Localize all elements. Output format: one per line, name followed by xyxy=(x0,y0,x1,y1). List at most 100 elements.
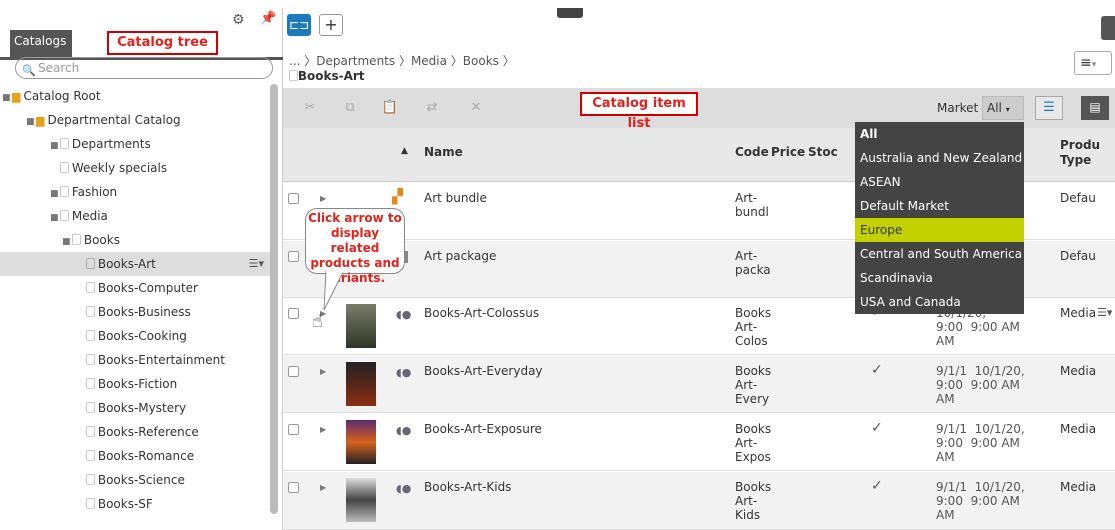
tree-item-departments[interactable]: ■🗌 Departments xyxy=(0,132,270,156)
tree-item-books-computer[interactable]: 🗌 Books-Computer xyxy=(0,276,270,300)
tree-item-books-romance[interactable]: 🗌 Books-Romance xyxy=(0,444,270,468)
market-option-australia-new-zealand[interactable]: Australia and New Zealand xyxy=(855,146,1024,170)
table-row[interactable]: ▶ ◖● Books-Art-Kids Books Art- Kids ✓ 9/… xyxy=(283,472,1115,530)
market-option-asean[interactable]: ASEAN xyxy=(855,170,1024,194)
row-checkbox[interactable] xyxy=(288,251,299,262)
tree-item-books-business[interactable]: 🗌 Books-Business xyxy=(0,300,270,324)
tree-item-books-reference[interactable]: 🗌 Books-Reference xyxy=(0,420,270,444)
tree-item-books-mystery[interactable]: 🗌 Books-Mystery xyxy=(0,396,270,420)
tree-item-fashion[interactable]: ■🗌 Fashion xyxy=(0,180,270,204)
collapse-icon[interactable]: ■ xyxy=(26,110,36,134)
tree-item-label: Books-Business xyxy=(97,305,191,319)
sort-asc-icon[interactable]: ▲ xyxy=(401,146,408,156)
tree-item-media[interactable]: ■🗌 Media xyxy=(0,204,270,228)
page-title-text: Books-Art xyxy=(297,69,365,83)
row-dates: 9/1/1 10/1/20, 9:00 9:00 AM AM xyxy=(936,480,1025,522)
row-name[interactable]: Art bundle xyxy=(424,191,487,205)
list-view-button[interactable]: ☰ xyxy=(1035,96,1063,120)
row-name[interactable]: Books-Art-Everyday xyxy=(424,364,543,378)
toggle-tree-button[interactable]: ⊏⊐ xyxy=(287,14,311,36)
row-name[interactable]: Books-Art-Exposure xyxy=(424,422,542,436)
cut-icon[interactable]: ✂ xyxy=(295,96,325,120)
column-stock[interactable]: Stoc xyxy=(808,145,838,159)
product-tag-icon: ◖● xyxy=(396,424,412,437)
market-option-all[interactable]: All xyxy=(855,122,1024,146)
table-row[interactable]: ▶ ◖● Books-Art-Everyday Books Art- Every… xyxy=(283,356,1115,413)
product-thumbnail xyxy=(346,362,376,406)
product-thumbnail xyxy=(346,478,376,522)
expand-arrow-icon[interactable]: ▶ xyxy=(320,367,326,376)
tree-item-label: Departments xyxy=(71,137,151,151)
collapse-icon[interactable]: ■ xyxy=(2,86,12,110)
right-panel-toggle[interactable] xyxy=(1101,16,1115,40)
market-option-default-market[interactable]: Default Market xyxy=(855,194,1024,218)
row-code: Art- bundl xyxy=(735,191,769,219)
paste-icon[interactable]: 📋 xyxy=(375,96,405,120)
node-icon: 🗌 xyxy=(86,258,95,271)
details-view-button[interactable]: ▤ xyxy=(1081,96,1109,120)
tree-item-books-fiction[interactable]: 🗌 Books-Fiction xyxy=(0,372,270,396)
row-name[interactable]: Books-Art-Colossus xyxy=(424,306,539,320)
column-product-type[interactable]: Produ Type xyxy=(1060,138,1100,168)
tree-item-books[interactable]: ■🗌 Books xyxy=(0,228,270,252)
market-option-scandinavia[interactable]: Scandinavia xyxy=(855,266,1024,290)
column-price[interactable]: Price xyxy=(771,145,805,159)
collapse-icon[interactable]: ■ xyxy=(62,230,72,254)
row-checkbox[interactable] xyxy=(288,482,299,493)
context-menu-icon[interactable]: ☰▾ xyxy=(249,252,264,276)
callout-pointer xyxy=(323,270,345,311)
row-type: Defau xyxy=(1060,191,1096,205)
tab-catalogs[interactable]: Catalogs xyxy=(10,30,72,58)
expand-arrow-icon[interactable]: ▶ xyxy=(320,483,326,492)
column-code[interactable]: Code xyxy=(735,145,769,159)
column-name[interactable]: Name xyxy=(424,145,463,159)
row-checkbox[interactable] xyxy=(288,366,299,377)
search-input[interactable]: 🔍 Search xyxy=(15,57,273,79)
expand-arrow-icon[interactable]: ▶ xyxy=(320,425,326,434)
top-toolbar: ⊏⊐ + xyxy=(283,8,1115,40)
tree-item-label: Books-Science xyxy=(97,473,185,487)
tree-scrollbar[interactable] xyxy=(270,84,278,514)
tree-item-books-art[interactable]: 🗌 Books-Art ☰▾ xyxy=(0,252,270,276)
row-code: Books Art- Kids xyxy=(735,480,772,522)
copy-icon[interactable]: ⧉ xyxy=(335,96,365,120)
callout-catalog-item-list: Catalog item list xyxy=(580,92,698,131)
delete-icon[interactable]: ✕ xyxy=(461,96,491,120)
market-option-central-south-america[interactable]: Central and South America xyxy=(855,242,1024,266)
tree-item-books-science[interactable]: 🗌 Books-Science xyxy=(0,468,270,492)
link-icon[interactable]: ⇄ xyxy=(417,96,447,120)
row-menu-icon[interactable]: ☰▾ xyxy=(1097,306,1112,319)
table-row[interactable]: ▶ ◖● Books-Art-Exposure Books Art- Expos… xyxy=(283,414,1115,471)
market-option-europe[interactable]: Europe xyxy=(855,218,1024,242)
breadcrumb[interactable]: ... 〉Departments 〉Media 〉Books 〉 xyxy=(289,52,515,69)
tree-item-books-cooking[interactable]: 🗌 Books-Cooking xyxy=(0,324,270,348)
gear-icon[interactable]: ⚙ xyxy=(232,12,245,28)
tree-item-weekly-specials[interactable]: 🗌 Weekly specials xyxy=(0,156,270,180)
row-checkbox[interactable] xyxy=(288,308,299,319)
expand-icon[interactable]: ■ xyxy=(50,182,60,206)
market-select[interactable]: All ▾ xyxy=(982,96,1024,120)
tree-item-books-sf[interactable]: 🗌 Books-SF xyxy=(0,492,270,516)
node-icon: 🗌 xyxy=(289,70,298,83)
tree-item-books-entertainment[interactable]: 🗌 Books-Entertainment xyxy=(0,348,270,372)
row-checkbox[interactable] xyxy=(288,193,299,204)
view-menu-button[interactable]: ≡▾ xyxy=(1074,51,1112,75)
tree-item-departmental-catalog[interactable]: ■▆ Departmental Catalog xyxy=(0,108,270,132)
row-name[interactable]: Books-Art-Kids xyxy=(424,480,511,494)
catalog-icon: ▆ xyxy=(12,90,21,103)
collapse-icon[interactable]: ■ xyxy=(50,134,60,158)
row-checkbox[interactable] xyxy=(288,424,299,435)
collapse-icon[interactable]: ■ xyxy=(50,206,60,230)
tree-item-label: Books-Cooking xyxy=(97,329,187,343)
add-button[interactable]: + xyxy=(319,14,343,36)
tree-item-catalog-root[interactable]: ■▆ Catalog Root xyxy=(0,84,270,108)
market-option-usa-canada[interactable]: USA and Canada xyxy=(855,290,1024,314)
drag-handle[interactable] xyxy=(557,8,583,18)
row-code: Books Art- Every xyxy=(735,364,772,406)
tree-item-label: Books-Fiction xyxy=(97,377,178,391)
pin-icon[interactable]: 📌 xyxy=(260,11,276,26)
row-dates: 9/1/1 10/1/20, 9:00 9:00 AM AM xyxy=(936,422,1025,464)
expand-arrow-icon[interactable]: ▶ xyxy=(320,194,326,203)
catalog-tree: ■▆ Catalog Root ■▆ Departmental Catalog ■🗌… xyxy=(0,84,270,516)
row-name[interactable]: Art package xyxy=(424,249,496,263)
